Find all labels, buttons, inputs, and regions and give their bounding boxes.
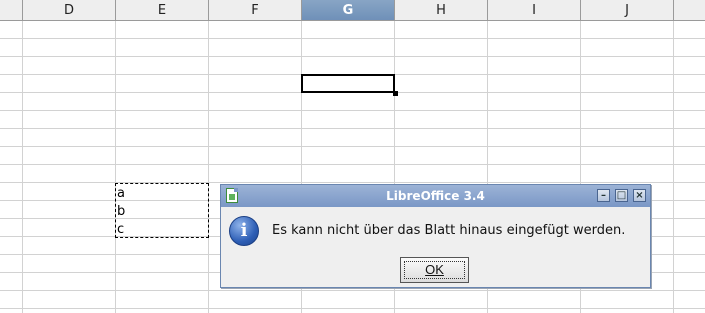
column-header-j[interactable]: J [581,0,674,20]
column-gridline [115,21,116,313]
maximize-button[interactable]: □ [615,189,628,202]
column-header-g[interactable]: G [302,0,395,20]
cell-e12[interactable]: c [117,222,124,238]
column-header-e[interactable]: E [116,0,209,20]
column-header-partial[interactable] [0,0,23,20]
column-header-d[interactable]: D [23,0,116,20]
close-button[interactable]: × [633,189,646,202]
fill-handle[interactable] [393,91,398,96]
column-header-f[interactable]: F [209,0,302,20]
column-gridline [673,21,674,313]
row-gridline [0,128,705,129]
row-gridline [0,110,705,111]
column-header-row: D E F G H I J [0,0,705,21]
column-gridline [22,21,23,313]
error-dialog: LibreOffice 3.4 – □ × i Es kann nicht üb… [220,184,651,288]
column-header-h[interactable]: H [395,0,488,20]
minimize-button[interactable]: – [597,189,610,202]
copy-range-marquee [115,183,209,238]
row-gridline [0,182,705,183]
row-gridline [0,56,705,57]
row-gridline [0,38,705,39]
ok-button-label: OK [425,262,444,277]
ok-button[interactable]: OK [400,257,469,283]
dialog-titlebar[interactable]: LibreOffice 3.4 – □ × [221,185,650,207]
cell-e10[interactable]: a [117,186,125,202]
dialog-title: LibreOffice 3.4 [386,189,485,203]
row-gridline [0,164,705,165]
cell-e11[interactable]: b [117,204,125,220]
row-gridline [0,308,705,309]
column-header-i[interactable]: I [488,0,581,20]
row-gridline [0,146,705,147]
column-header-partial-right[interactable] [674,0,705,20]
active-cell-g4[interactable] [301,74,395,93]
column-gridline [208,21,209,313]
row-gridline [0,290,705,291]
dialog-message: Es kann nicht über das Blatt hinaus eing… [272,223,626,238]
info-icon: i [229,216,259,246]
